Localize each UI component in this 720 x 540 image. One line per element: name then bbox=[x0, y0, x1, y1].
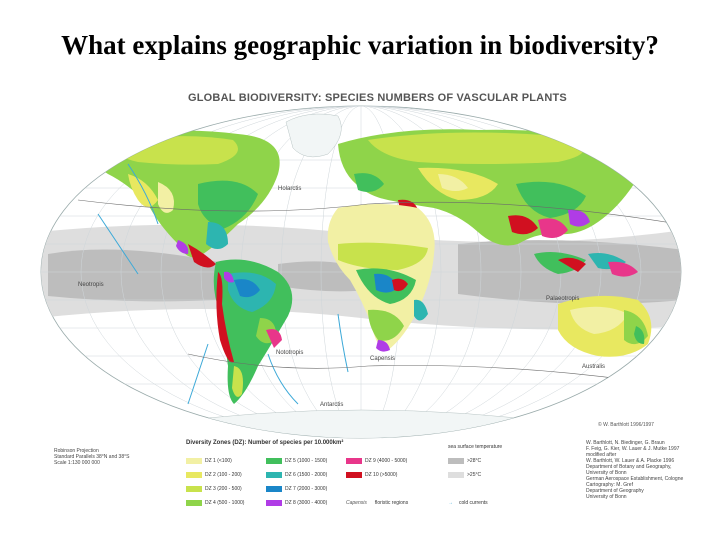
label-holarctis: Holarctis bbox=[278, 186, 301, 192]
legend-dz8: DZ 8 (3000 - 4000) bbox=[266, 500, 327, 506]
diversity-zones-title: Diversity Zones (DZ): Number of species … bbox=[186, 440, 344, 446]
biodiversity-map-figure: GLOBAL BIODIVERSITY: SPECIES NUMBERS OF … bbox=[38, 84, 684, 540]
map-copyright: © W. Barthlott 1996/1997 bbox=[598, 421, 654, 428]
map-legend: Robinson Projection Standard Parallels 3… bbox=[38, 440, 684, 540]
legend-sst-28: >28°C bbox=[448, 458, 481, 464]
label-capensis: Capensis bbox=[370, 356, 395, 362]
sea-surface-temp-note: sea surface temperature bbox=[448, 444, 503, 450]
dz5-swatch bbox=[266, 458, 282, 464]
label-neotropis: Neotropis bbox=[78, 282, 104, 288]
sst-28-swatch bbox=[448, 458, 464, 464]
dz4-swatch bbox=[186, 500, 202, 506]
legend-dz2: DZ 2 (100 - 200) bbox=[186, 472, 242, 478]
map-heading: GLOBAL BIODIVERSITY: SPECIES NUMBERS OF … bbox=[188, 92, 567, 104]
dz7-swatch bbox=[266, 486, 282, 492]
legend-dz7: DZ 7 (2000 - 3000) bbox=[266, 486, 327, 492]
dz10-swatch bbox=[346, 472, 362, 478]
label-nototropis: Nototropis bbox=[276, 350, 303, 356]
legend-floristic-regions: Capensis floristic regions bbox=[346, 500, 409, 506]
world-map: Holarctis Neotropis Palaeotropis Nototro… bbox=[40, 105, 682, 439]
legend-dz6: DZ 6 (1500 - 2000) bbox=[266, 472, 327, 478]
sst-25-swatch bbox=[448, 472, 464, 478]
label-antarctis: Antarctis bbox=[320, 402, 343, 408]
label-australis: Australis bbox=[582, 364, 605, 370]
legend-dz4: DZ 4 (500 - 1000) bbox=[186, 500, 244, 506]
dz2-swatch bbox=[186, 472, 202, 478]
projection-info: Robinson Projection Standard Parallels 3… bbox=[54, 448, 129, 466]
legend-dz3: DZ 3 (200 - 500) bbox=[186, 486, 242, 492]
slide-title: What explains geographic variation in bi… bbox=[61, 30, 659, 60]
legend-dz1: DZ 1 (<100) bbox=[186, 458, 232, 464]
dz8-swatch bbox=[266, 500, 282, 506]
map-credits: W. Barthlott, N. Biedinger, G. Braun F. … bbox=[586, 440, 684, 500]
label-palaeotropis: Palaeotropis bbox=[546, 296, 579, 302]
legend-sst-25: >25°C bbox=[448, 472, 481, 478]
dz1-swatch bbox=[186, 458, 202, 464]
cold-current-arrow-icon: → bbox=[448, 500, 453, 506]
dz3-swatch bbox=[186, 486, 202, 492]
legend-cold-currents: → cold currents bbox=[448, 500, 488, 506]
floristic-example: Capensis bbox=[346, 500, 367, 506]
dz9-swatch bbox=[346, 458, 362, 464]
legend-dz10: DZ 10 (>5000) bbox=[346, 472, 397, 478]
dz6-swatch bbox=[266, 472, 282, 478]
legend-dz9: DZ 9 (4000 - 5000) bbox=[346, 458, 407, 464]
legend-dz5: DZ 5 (1000 - 1500) bbox=[266, 458, 327, 464]
map-scale: Scale 1:130 000 000 bbox=[54, 460, 100, 466]
